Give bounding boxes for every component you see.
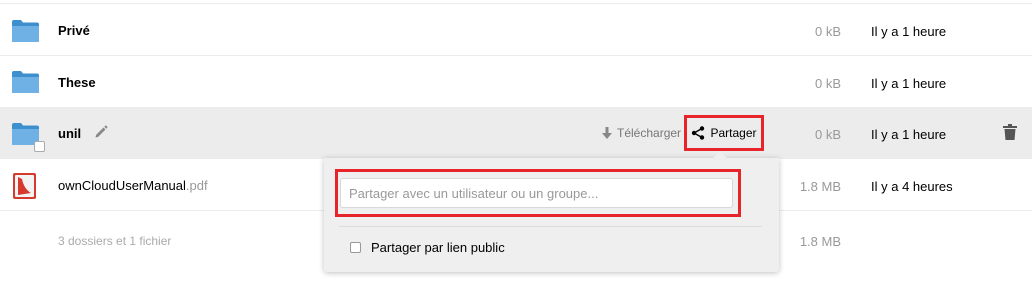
file-modified: Il y a 1 heure	[871, 76, 947, 91]
select-checkbox[interactable]	[34, 141, 45, 152]
download-label: Télécharger	[617, 126, 682, 140]
folder-icon	[12, 20, 39, 42]
file-size: 0 kB	[814, 24, 841, 39]
divider	[339, 226, 762, 227]
download-icon	[602, 126, 612, 139]
file-modified: Il y a 1 heure	[871, 24, 947, 39]
file-name[interactable]: unil	[58, 126, 81, 141]
file-name[interactable]: ownCloudUserManual.pdf	[58, 178, 208, 193]
total-size: 1.8 MB	[799, 234, 841, 249]
file-name[interactable]: Privé	[58, 23, 90, 38]
folder-icon	[12, 71, 39, 93]
share-label: Partager	[710, 126, 757, 140]
file-row-selected[interactable]: unil Télécharger 0 kB Il y a 1 heure	[0, 107, 1032, 159]
pdf-icon	[13, 173, 36, 199]
file-list-page: Privé 0 kB Il y a 1 heure These 0 kB Il …	[0, 0, 1032, 305]
share-icon	[692, 126, 705, 140]
download-button[interactable]: Télécharger	[601, 124, 681, 142]
public-link-checkbox[interactable]	[350, 241, 361, 253]
file-summary: 3 dossiers et 1 fichier	[58, 234, 172, 248]
share-button[interactable]: Partager	[684, 115, 764, 151]
dropdown-arrow	[712, 151, 728, 159]
file-modified: Il y a 4 heures	[871, 179, 953, 194]
file-name[interactable]: These	[58, 75, 96, 90]
file-row[interactable]: Privé 0 kB Il y a 1 heure	[0, 4, 1032, 56]
file-size: 1.8 MB	[799, 179, 841, 194]
file-row[interactable]: These 0 kB Il y a 1 heure	[0, 56, 1032, 108]
trash-icon[interactable]	[1003, 124, 1017, 140]
share-with-input[interactable]	[340, 178, 733, 208]
file-size: 0 kB	[814, 127, 841, 142]
pencil-icon[interactable]	[94, 125, 108, 139]
file-size: 0 kB	[814, 76, 841, 91]
public-link-option[interactable]: Partager par lien public	[350, 238, 505, 256]
public-link-label: Partager par lien public	[371, 239, 505, 255]
file-modified: Il y a 1 heure	[871, 127, 947, 142]
